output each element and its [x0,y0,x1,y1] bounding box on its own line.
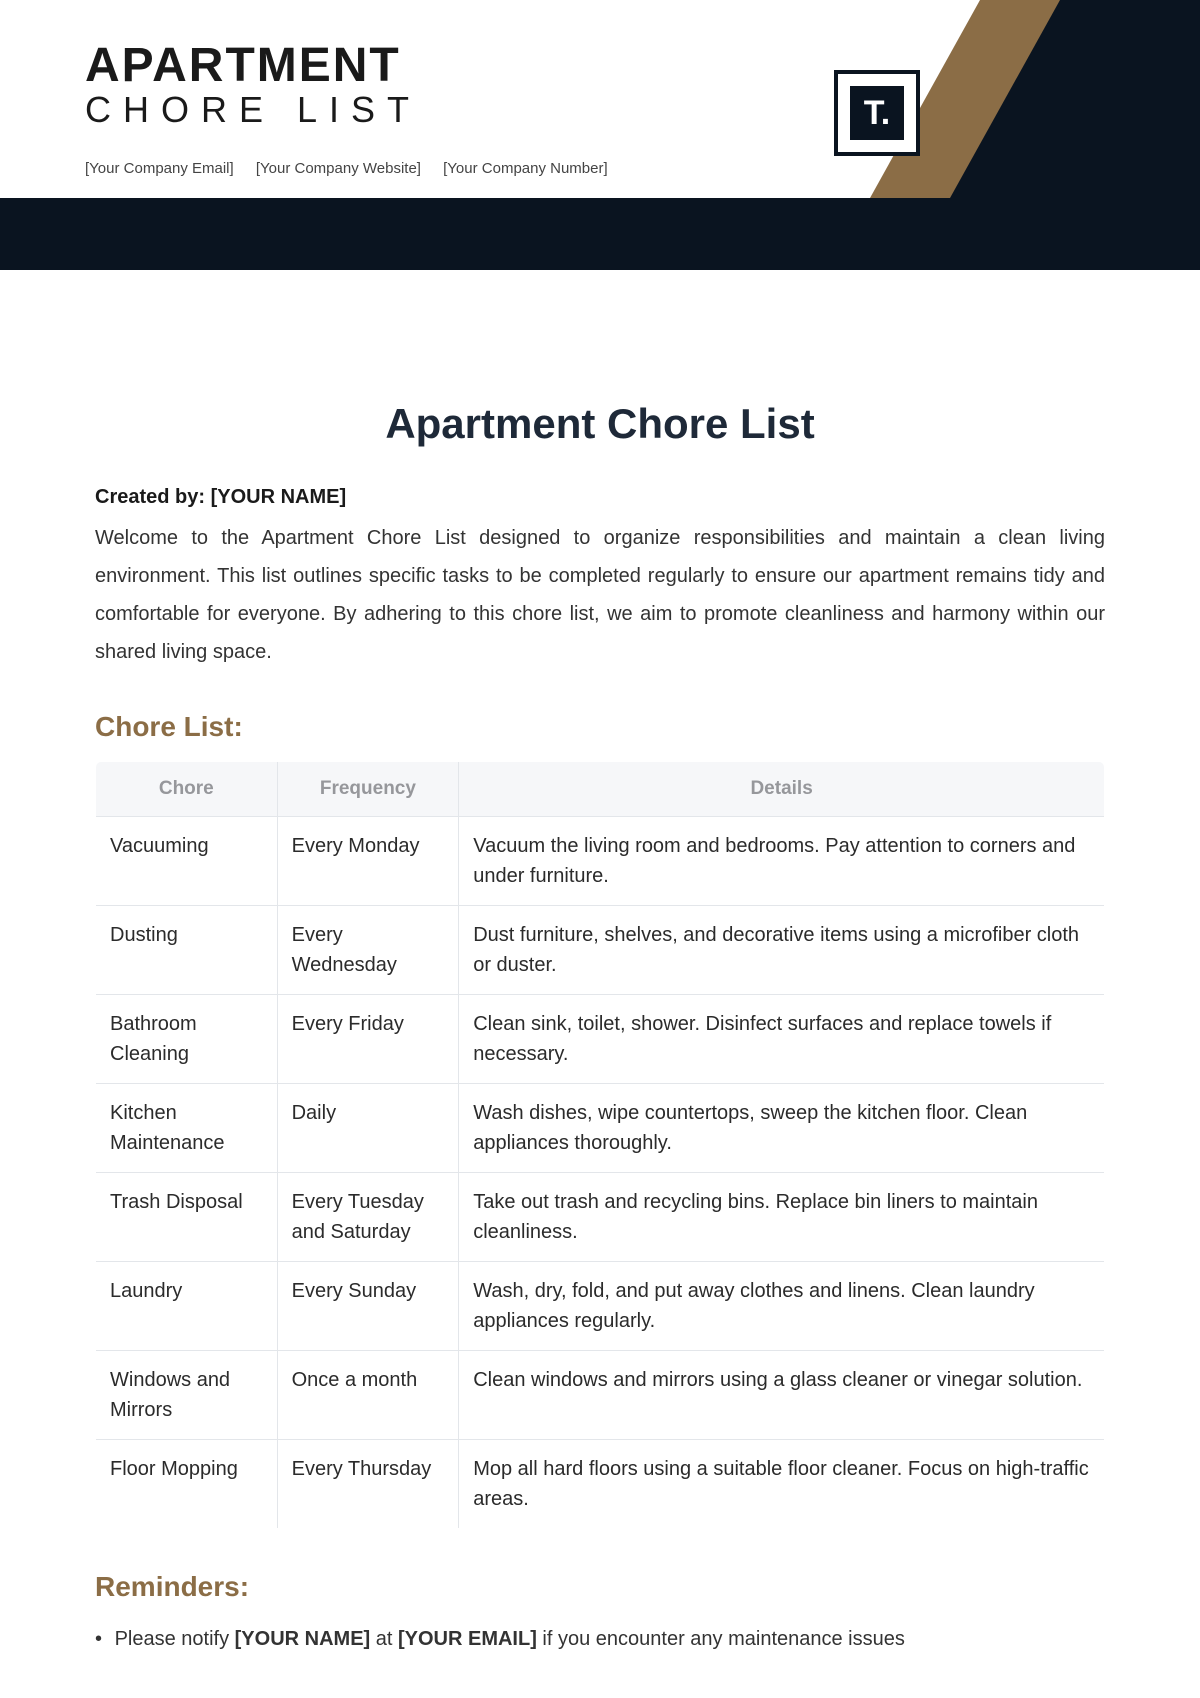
created-by-line: Created by: [YOUR NAME] [95,486,1105,509]
reminder-mid: at [370,1628,398,1650]
reminder-prefix: Please notify [115,1628,235,1650]
cell-frequency: Every Wednesday [277,906,459,995]
cell-frequency: Every Friday [277,995,459,1084]
created-by-label: Created by: [95,486,211,508]
header-title-line2: CHORE LIST [85,89,421,131]
reminder-email: [YOUR EMAIL] [398,1628,537,1650]
header-title-block: APARTMENT CHORE LIST [85,38,421,131]
reminder-item: Please notify [YOUR NAME] at [YOUR EMAIL… [115,1628,905,1650]
cell-details: Take out trash and recycling bins. Repla… [459,1173,1105,1262]
bullet-icon: • [95,1621,109,1657]
cell-details: Vacuum the living room and bedrooms. Pay… [459,817,1105,906]
company-number: [Your Company Number] [443,160,608,177]
cell-details: Clean sink, toilet, shower. Disinfect su… [459,995,1105,1084]
reminders-list: • Please notify [YOUR NAME] at [YOUR EMA… [95,1621,1105,1657]
cell-frequency: Every Sunday [277,1262,459,1351]
cell-frequency: Every Thursday [277,1440,459,1529]
cell-chore: Trash Disposal [96,1173,278,1262]
table-row: VacuumingEvery MondayVacuum the living r… [96,817,1105,906]
logo-box: T. [834,70,920,156]
reminder-name: [YOUR NAME] [235,1628,371,1650]
table-row: Floor MoppingEvery ThursdayMop all hard … [96,1440,1105,1529]
cell-details: Mop all hard floors using a suitable flo… [459,1440,1105,1529]
cell-frequency: Every Monday [277,817,459,906]
chore-list-heading: Chore List: [95,711,1105,743]
table-row: LaundryEvery SundayWash, dry, fold, and … [96,1262,1105,1351]
cell-details: Wash, dry, fold, and put away clothes an… [459,1262,1105,1351]
created-by-value: [YOUR NAME] [211,486,347,508]
table-row: Kitchen MaintenanceDailyWash dishes, wip… [96,1084,1105,1173]
header-dark-band [0,198,1200,270]
document-content: Apartment Chore List Created by: [YOUR N… [0,270,1200,1657]
cell-chore: Dusting [96,906,278,995]
contact-info-row: [Your Company Email] [Your Company Websi… [85,160,626,177]
cell-details: Dust furniture, shelves, and decorative … [459,906,1105,995]
cell-chore: Windows and Mirrors [96,1351,278,1440]
cell-frequency: Once a month [277,1351,459,1440]
header-title-line1: APARTMENT [85,38,421,93]
cell-chore: Floor Mopping [96,1440,278,1529]
cell-frequency: Daily [277,1084,459,1173]
reminders-heading: Reminders: [95,1571,1105,1603]
table-row: Windows and MirrorsOnce a monthClean win… [96,1351,1105,1440]
document-header: APARTMENT CHORE LIST [Your Company Email… [0,0,1200,270]
cell-chore: Kitchen Maintenance [96,1084,278,1173]
col-header-chore: Chore [96,762,278,817]
col-header-details: Details [459,762,1105,817]
chore-table: Chore Frequency Details VacuumingEvery M… [95,761,1105,1529]
col-header-frequency: Frequency [277,762,459,817]
table-header-row: Chore Frequency Details [96,762,1105,817]
cell-details: Wash dishes, wipe countertops, sweep the… [459,1084,1105,1173]
table-row: DustingEvery WednesdayDust furniture, sh… [96,906,1105,995]
cell-frequency: Every Tuesday and Saturday [277,1173,459,1262]
company-email: [Your Company Email] [85,160,234,177]
company-website: [Your Company Website] [256,160,421,177]
cell-chore: Bathroom Cleaning [96,995,278,1084]
cell-details: Clean windows and mirrors using a glass … [459,1351,1105,1440]
logo-text: T. [850,86,904,140]
page-title: Apartment Chore List [95,400,1105,448]
table-row: Bathroom CleaningEvery FridayClean sink,… [96,995,1105,1084]
reminder-suffix: if you encounter any maintenance issues [537,1628,905,1650]
intro-paragraph: Welcome to the Apartment Chore List desi… [95,519,1105,671]
cell-chore: Laundry [96,1262,278,1351]
cell-chore: Vacuuming [96,817,278,906]
table-row: Trash DisposalEvery Tuesday and Saturday… [96,1173,1105,1262]
